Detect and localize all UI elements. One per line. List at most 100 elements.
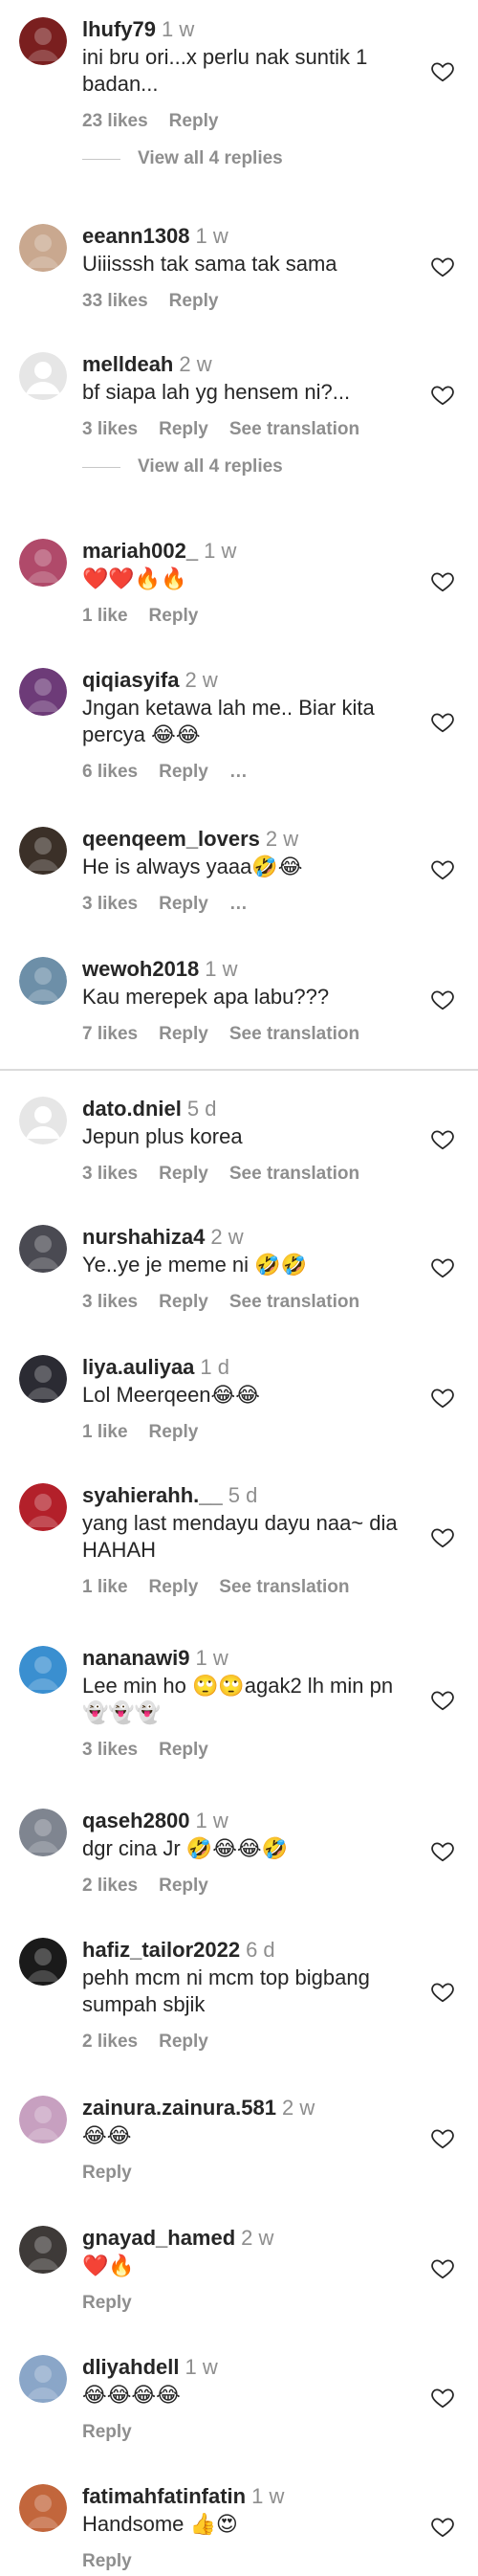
likes-count[interactable]: 33 likes	[82, 291, 148, 312]
comment-text: dgr cina Jr 🤣😂😂🤣	[82, 1836, 289, 1860]
reply-button[interactable]: Reply	[159, 419, 208, 440]
username[interactable]: mariah002_	[82, 539, 198, 563]
reply-button[interactable]: Reply	[82, 2293, 132, 2314]
reply-button[interactable]: Reply	[159, 1292, 208, 1313]
heart-icon[interactable]	[430, 1688, 455, 1713]
reply-button[interactable]: Reply	[159, 894, 208, 915]
likes-count[interactable]: 3 likes	[82, 1164, 138, 1185]
avatar[interactable]	[19, 17, 67, 65]
heart-icon[interactable]	[430, 857, 455, 882]
username[interactable]: eeann1308	[82, 224, 190, 248]
heart-icon[interactable]	[430, 2256, 455, 2281]
reply-button[interactable]: Reply	[149, 606, 199, 627]
username[interactable]: lhufy79	[82, 17, 156, 41]
avatar[interactable]	[19, 224, 67, 272]
reply-button[interactable]: Reply	[159, 762, 208, 783]
more-icon[interactable]: …	[229, 894, 250, 915]
more-icon[interactable]: …	[229, 762, 250, 783]
view-replies-button[interactable]: View all 4 replies	[0, 448, 421, 486]
avatar[interactable]	[19, 2355, 67, 2403]
heart-icon[interactable]	[430, 1525, 455, 1550]
reply-button[interactable]: Reply	[159, 1876, 208, 1897]
likes-count[interactable]: 2 likes	[82, 1876, 138, 1897]
avatar[interactable]	[19, 2096, 67, 2143]
avatar[interactable]	[19, 1355, 67, 1403]
likes-count[interactable]: 3 likes	[82, 1292, 138, 1313]
heart-icon[interactable]	[430, 569, 455, 594]
reply-button[interactable]: Reply	[159, 2032, 208, 2053]
avatar[interactable]	[19, 1646, 67, 1694]
view-replies-label[interactable]: View all 4 replies	[138, 456, 283, 477]
avatar[interactable]	[19, 2226, 67, 2274]
username[interactable]: hafiz_tailor2022	[82, 1938, 240, 1962]
heart-icon[interactable]	[430, 2126, 455, 2151]
avatar[interactable]	[19, 1225, 67, 1273]
username[interactable]: qeenqeem_lovers	[82, 827, 260, 851]
heart-icon[interactable]	[430, 1839, 455, 1864]
likes-count[interactable]: 7 likes	[82, 1024, 138, 1045]
username[interactable]: dliyahdell	[82, 2355, 179, 2379]
likes-count[interactable]: 1 like	[82, 1577, 128, 1598]
username[interactable]: zainura.zainura.581	[82, 2096, 276, 2120]
heart-icon[interactable]	[430, 383, 455, 408]
username[interactable]: dato.dniel	[82, 1097, 182, 1121]
avatar[interactable]	[19, 539, 67, 587]
username[interactable]: nananawi9	[82, 1646, 189, 1670]
heart-icon[interactable]	[430, 1980, 455, 2005]
reply-button[interactable]: Reply	[82, 2163, 132, 2184]
username[interactable]: syahierahh.__	[82, 1483, 223, 1507]
avatar[interactable]	[19, 957, 67, 1005]
see-translation-button[interactable]: See translation	[229, 1292, 359, 1313]
comment: lhufy79 1 w ini bru ori...x perlu nak sunt…	[0, 0, 478, 178]
avatar[interactable]	[19, 1097, 67, 1144]
avatar[interactable]	[19, 1809, 67, 1856]
heart-icon[interactable]	[430, 1255, 455, 1280]
avatar[interactable]	[19, 1483, 67, 1531]
heart-icon[interactable]	[430, 255, 455, 279]
avatar[interactable]	[19, 2484, 67, 2532]
heart-icon[interactable]	[430, 1386, 455, 1410]
view-replies-label[interactable]: View all 4 replies	[138, 148, 283, 169]
see-translation-button[interactable]: See translation	[229, 1024, 359, 1045]
reply-button[interactable]: Reply	[159, 1024, 208, 1045]
username[interactable]: qaseh2800	[82, 1809, 190, 1832]
username[interactable]: nurshahiza4	[82, 1225, 205, 1249]
see-translation-button[interactable]: See translation	[229, 1164, 359, 1185]
likes-count[interactable]: 23 likes	[82, 111, 148, 132]
heart-icon[interactable]	[430, 59, 455, 84]
reply-button[interactable]: Reply	[149, 1577, 199, 1598]
comment-meta: Reply	[82, 2422, 421, 2443]
heart-icon[interactable]	[430, 710, 455, 735]
heart-icon[interactable]	[430, 1127, 455, 1152]
avatar[interactable]	[19, 827, 67, 875]
username[interactable]: wewoh2018	[82, 957, 199, 981]
reply-button[interactable]: Reply	[159, 1740, 208, 1761]
see-translation-button[interactable]: See translation	[219, 1577, 349, 1598]
heart-icon[interactable]	[430, 2515, 455, 2540]
avatar[interactable]	[19, 352, 67, 400]
reply-button[interactable]: Reply	[82, 2422, 132, 2443]
likes-count[interactable]: 3 likes	[82, 419, 138, 440]
avatar[interactable]	[19, 668, 67, 716]
reply-button[interactable]: Reply	[169, 111, 219, 132]
likes-count[interactable]: 3 likes	[82, 894, 138, 915]
likes-count[interactable]: 6 likes	[82, 762, 138, 783]
username[interactable]: qiqiasyifa	[82, 668, 179, 692]
likes-count[interactable]: 1 like	[82, 606, 128, 627]
avatar[interactable]	[19, 1938, 67, 1986]
view-replies-button[interactable]: View all 4 replies	[0, 140, 421, 178]
likes-count[interactable]: 3 likes	[82, 1740, 138, 1761]
likes-count[interactable]: 1 like	[82, 1422, 128, 1443]
reply-button[interactable]: Reply	[159, 1164, 208, 1185]
heart-icon[interactable]	[430, 988, 455, 1012]
reply-button[interactable]: Reply	[82, 2551, 132, 2572]
username[interactable]: gnayad_hamed	[82, 2226, 235, 2250]
see-translation-button[interactable]: See translation	[229, 419, 359, 440]
reply-button[interactable]: Reply	[169, 291, 219, 312]
likes-count[interactable]: 2 likes	[82, 2032, 138, 2053]
username[interactable]: melldeah	[82, 352, 173, 376]
username[interactable]: fatimahfatinfatin	[82, 2484, 246, 2508]
reply-button[interactable]: Reply	[149, 1422, 199, 1443]
username[interactable]: liya.auliyaa	[82, 1355, 194, 1379]
heart-icon[interactable]	[430, 2386, 455, 2410]
